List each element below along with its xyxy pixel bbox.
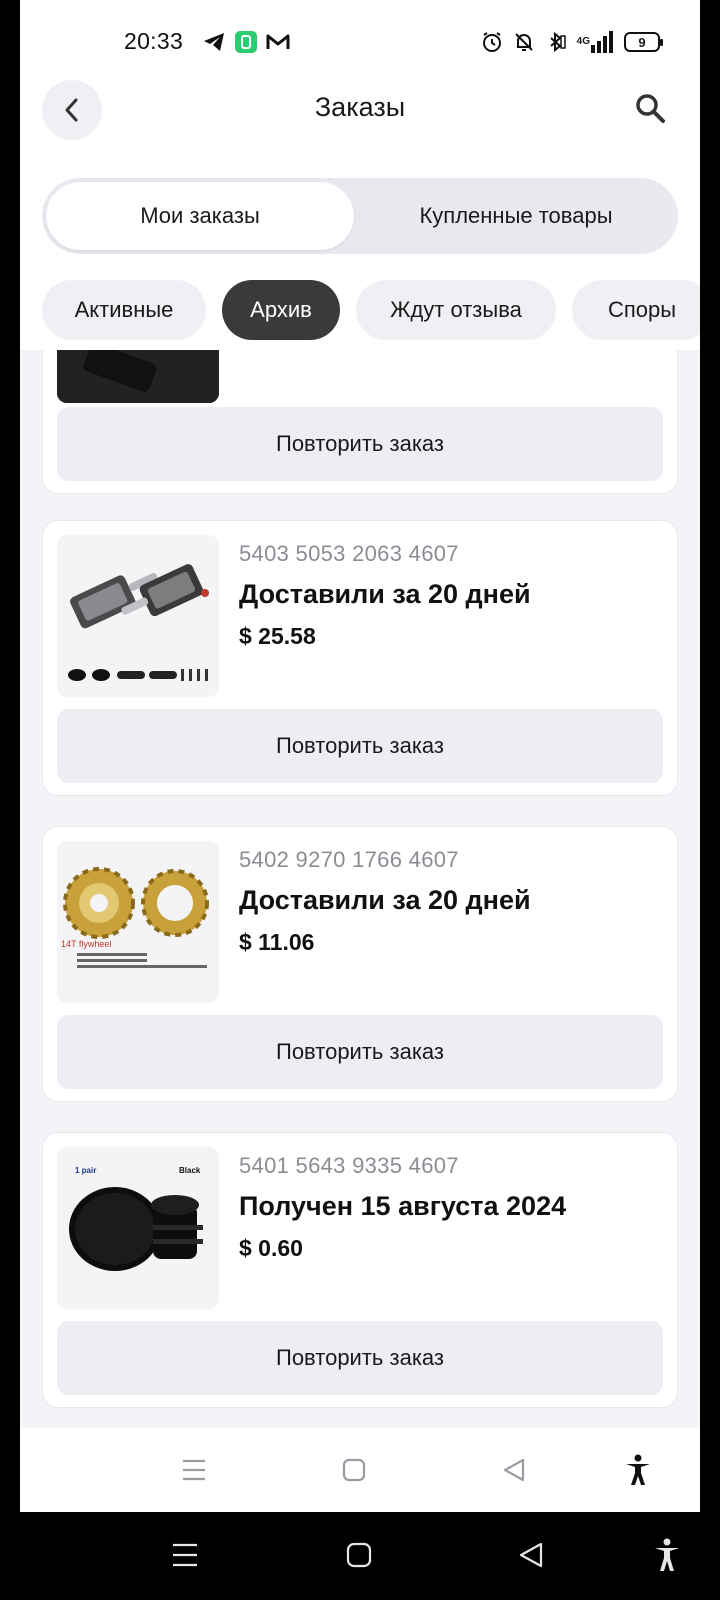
search-button[interactable] — [628, 86, 672, 130]
system-home-icon[interactable] — [342, 1538, 376, 1572]
order-status: Доставили за 20 дней — [239, 579, 531, 609]
system-accessibility-icon[interactable] — [650, 1538, 684, 1572]
app-screen: 20:33 4G 9 Заказы Мои заказы Купленные т… — [20, 0, 700, 1512]
accessibility-icon[interactable] — [622, 1454, 654, 1486]
home-icon[interactable] — [338, 1454, 370, 1486]
battery-icon: 9 — [624, 32, 663, 52]
mail-icon — [266, 30, 290, 54]
order-price: $ 11.06 — [239, 929, 315, 955]
product-thumbnail[interactable] — [57, 350, 219, 403]
repeat-order-button[interactable]: Повторить заказ — [57, 1015, 663, 1089]
bar-end-plugs-image: 1 pair Black — [57, 1147, 219, 1309]
signal-icon: 4G — [577, 30, 614, 54]
order-price: $ 0.60 — [239, 1235, 303, 1261]
menu-icon[interactable] — [178, 1454, 210, 1486]
search-icon — [636, 94, 665, 123]
status-left-icons — [202, 30, 290, 54]
order-card[interactable]: 5403 5053 2063 4607 Доставили за 20 дней… — [42, 520, 678, 796]
thumb-label-pair: 1 pair — [75, 1166, 96, 1175]
telegram-icon — [202, 30, 226, 54]
order-card[interactable]: 14T flywheel 5402 9270 1766 4607 Достави… — [42, 826, 678, 1102]
order-card[interactable]: Повторить заказ — [42, 350, 678, 494]
order-status: Получен 15 августа 2024 — [239, 1191, 567, 1221]
order-number: 5403 5053 2063 4607 — [239, 541, 459, 566]
order-price: $ 25.58 — [239, 623, 316, 649]
system-navigation-bar — [0, 1512, 720, 1600]
app-navigation-bar — [20, 1428, 700, 1512]
gold-freewheel-image: 14T flywheel — [57, 841, 219, 1003]
filter-archive[interactable]: Архив — [222, 280, 340, 340]
filter-awaiting-review[interactable]: Ждут отзыва — [356, 280, 556, 340]
filter-chips: Активные Архив Ждут отзыва Споры — [42, 280, 700, 340]
order-number: 5402 9270 1766 4607 — [239, 847, 459, 872]
status-right-icons: 4G 9 — [481, 30, 663, 54]
order-status: Доставили за 20 дней — [239, 885, 531, 915]
product-thumbnail[interactable]: 1 pair Black — [57, 1147, 219, 1309]
black-product-image — [57, 350, 219, 403]
orders-list: Повторить заказ 5403 5053 2063 4607 Дост… — [20, 350, 700, 1428]
repeat-order-button[interactable]: Повторить заказ — [57, 709, 663, 783]
thumb-label-color: Black — [179, 1166, 201, 1175]
notification-app-icon — [234, 30, 258, 54]
status-bar: 20:33 4G 9 — [20, 0, 700, 80]
bluetooth-icon — [545, 30, 567, 54]
product-thumbnail[interactable]: 14T flywheel — [57, 841, 219, 1003]
system-back-icon[interactable] — [514, 1538, 548, 1572]
dnd-icon — [513, 30, 535, 54]
header: Заказы Мои заказы Купленные товары Актив… — [20, 80, 700, 350]
system-menu-icon[interactable] — [168, 1538, 202, 1572]
thumb-caption: 14T flywheel — [61, 939, 111, 949]
bike-pedals-image — [57, 535, 219, 697]
back-triangle-icon[interactable] — [498, 1454, 530, 1486]
segment-my-orders[interactable]: Мои заказы — [46, 182, 354, 250]
segment-purchased-items[interactable]: Купленные товары — [360, 182, 672, 250]
alarm-icon — [481, 30, 503, 54]
order-card[interactable]: 1 pair Black 5401 5643 9335 4607 Получен… — [42, 1132, 678, 1408]
repeat-order-button[interactable]: Повторить заказ — [57, 1321, 663, 1395]
page-title: Заказы — [314, 92, 406, 122]
order-number: 5401 5643 9335 4607 — [239, 1153, 459, 1178]
repeat-order-button[interactable]: Повторить заказ — [57, 407, 663, 481]
product-thumbnail[interactable] — [57, 535, 219, 697]
filter-disputes[interactable]: Споры — [572, 280, 700, 340]
status-time: 20:33 — [124, 28, 184, 54]
orders-segmented-control: Мои заказы Купленные товары — [42, 178, 678, 254]
filter-active[interactable]: Активные — [42, 280, 206, 340]
